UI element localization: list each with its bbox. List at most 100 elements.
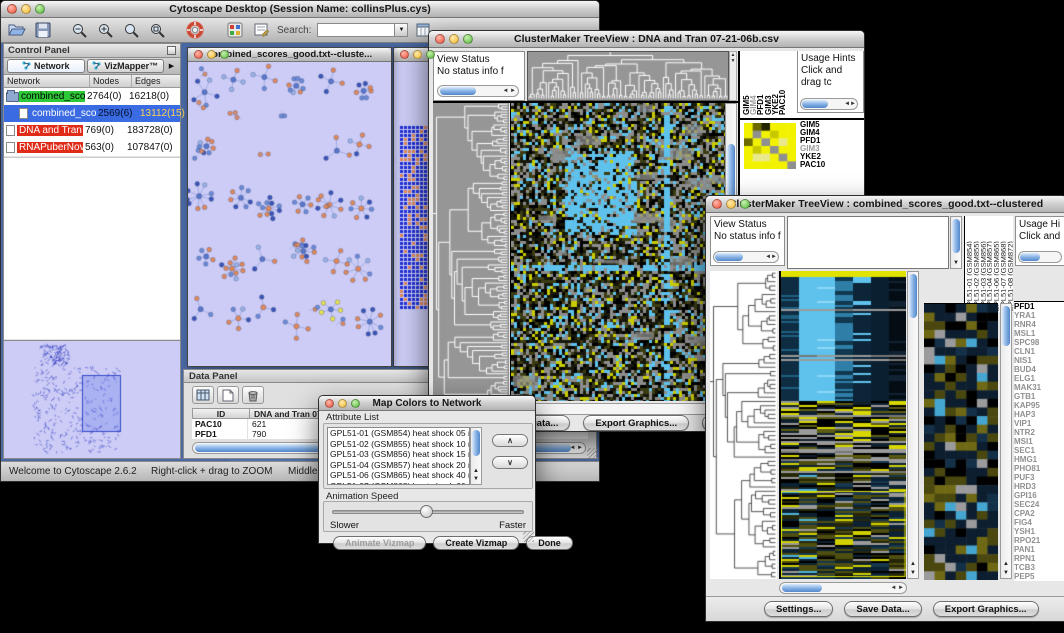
gene-label[interactable]: MAK31 [1014,383,1064,392]
resize-grip[interactable] [587,448,598,459]
close-icon[interactable] [7,4,17,14]
gene-label[interactable]: MSI1 [1014,437,1064,446]
scrollbar-thumb[interactable] [802,100,828,108]
usage-hints-scrollbar[interactable]: ◄► [800,98,858,110]
scrollbar-thumb[interactable] [952,219,960,253]
attribute-list-item[interactable]: GPL51-04 (GSM857) heat shock 20 min [328,460,469,471]
column-area-vscrollbar[interactable]: ▼ [950,216,962,269]
gene-label[interactable]: VIP1 [1014,419,1064,428]
close-icon[interactable] [325,399,334,408]
attribute-list-item[interactable]: GPL51-06 (GSM865) heat shock 40 min [328,470,469,481]
gene-label[interactable]: KAP95 [1014,401,1064,410]
gene-label[interactable]: RNR4 [1014,320,1064,329]
dialog-action-button[interactable]: Animate Vizmap [333,536,426,550]
zoom-selected-button[interactable] [121,20,141,40]
help-icon[interactable] [185,20,205,40]
minimize-icon[interactable] [449,34,459,44]
global-heatmap[interactable] [510,103,725,401]
gene-label[interactable]: NTR2 [1014,428,1064,437]
treeview-action-button[interactable]: Export Graphics... [583,415,689,431]
minimize-icon[interactable] [21,4,31,14]
vizmapper-icon[interactable] [225,20,245,40]
treeview-action-button[interactable]: Export Graphics... [933,601,1039,617]
scrollbar-thumb[interactable] [472,430,480,456]
minimize-icon[interactable] [726,199,736,209]
gene-label[interactable]: SPC98 [1014,338,1064,347]
save-session-button[interactable] [33,20,53,40]
tab[interactable]: Network [7,59,85,73]
network-table-row[interactable]: DNA and Tran 07 769(0) 183728(0) [4,122,180,139]
zoom-window-icon[interactable] [35,4,45,14]
move-up-button[interactable]: ∧ [492,434,528,447]
network-table-row[interactable]: combined_scores_ 2764(0) 16218(0) [4,88,180,105]
zoom-vscrollbar[interactable]: ▲▼ [1000,303,1012,579]
gene-label[interactable]: PHO81 [1014,464,1064,473]
gene-label[interactable]: SEC1 [1014,446,1064,455]
zoom-window-icon[interactable] [463,34,473,44]
usage-hints-scrollbar[interactable] [1018,251,1062,263]
scrollbar-thumb[interactable] [1002,306,1010,346]
close-icon[interactable] [712,199,722,209]
scrollbar-thumb[interactable] [715,253,743,261]
scrollbar-thumb[interactable] [440,87,476,95]
gene-label[interactable]: GTB1 [1014,392,1064,401]
tab[interactable]: VizMapper™ [87,59,165,73]
close-icon[interactable] [435,34,445,44]
dialog-action-button[interactable]: Create Vizmap [433,536,519,550]
minimize-icon[interactable] [413,50,422,59]
gene-label[interactable]: PAN1 [1014,545,1064,554]
zoom-heatmap[interactable] [924,303,998,580]
attribute-list-item[interactable]: GPL51-01 (GSM854) heat shock 05 min [328,428,469,439]
gene-label[interactable]: SEC24 [1014,500,1064,509]
search-dropdown-icon[interactable]: ▼ [395,23,408,37]
gene-label[interactable]: RPN1 [1014,554,1064,563]
main-titlebar[interactable]: Cytoscape Desktop (Session Name: collins… [1,1,599,18]
gene-label[interactable]: PUF3 [1014,473,1064,482]
treeview-action-button[interactable]: Save Data... [844,601,921,617]
network-canvas[interactable] [188,62,391,366]
heatmap-vscrollbar[interactable]: ▲▼ [907,271,919,579]
zoom-in-button[interactable] [95,20,115,40]
gene-label[interactable]: FIG4 [1014,518,1064,527]
minimize-icon[interactable] [338,399,347,408]
gene-label[interactable]: YRA1 [1014,311,1064,320]
zoom-window-icon[interactable] [740,199,750,209]
zoom-window-icon[interactable] [220,50,229,59]
close-icon[interactable] [194,50,203,59]
resize-grip[interactable] [523,531,534,542]
float-panel-icon[interactable] [167,46,176,55]
gene-label[interactable]: ELG1 [1014,374,1064,383]
row-dendrogram[interactable] [710,271,777,579]
view-status-scrollbar[interactable]: ◄► [713,251,779,263]
dialog-titlebar[interactable]: Map Colors to Network [319,396,535,411]
network-overview-panel[interactable] [4,340,180,458]
gene-label[interactable]: TCB3 [1014,563,1064,572]
view-status-scrollbar[interactable]: ◄ ► [437,85,519,97]
delete-attribute-icon[interactable] [242,386,264,404]
heatmap-hscrollbar[interactable]: ◄ ► [779,582,907,594]
attribute-list-vscrollbar[interactable]: ▲▼ [470,427,482,485]
search-input[interactable] [317,23,395,37]
tab-overflow-icon[interactable]: ▶ [165,62,178,70]
network-table-row[interactable]: RNAPuberNov2+ 563(0) 107847(0) [4,139,180,156]
gene-label[interactable]: HAP3 [1014,410,1064,419]
zoom-window-icon[interactable] [351,399,360,408]
attribute-list-item[interactable]: GPL51-07 (GSM868) heat shock 60 min [328,481,469,486]
column-dendrogram[interactable] [527,51,729,101]
gene-label[interactable]: HRD3 [1014,482,1064,491]
gene-label[interactable]: BUD4 [1014,365,1064,374]
zoom-window-icon[interactable] [426,50,435,59]
gene-label[interactable]: HMG1 [1014,455,1064,464]
gene-label[interactable]: CLN1 [1014,347,1064,356]
column-dendrogram-area[interactable] [787,216,949,269]
network-table-row[interactable]: combined_sco 2569(6) 13112(15) [4,105,180,122]
gene-label[interactable]: CPA2 [1014,509,1064,518]
row-dendrogram[interactable] [433,103,509,401]
treeview1-titlebar[interactable]: ClusterMaker TreeView : DNA and Tran 07-… [429,31,864,48]
gene-label[interactable]: PEP5 [1014,572,1064,581]
zoom-out-button[interactable] [69,20,89,40]
create-attribute-icon[interactable] [217,386,239,404]
zoom-matrix-heatmap[interactable] [744,123,796,169]
select-attributes-icon[interactable] [192,386,214,404]
gene-label[interactable]: NIS1 [1014,356,1064,365]
